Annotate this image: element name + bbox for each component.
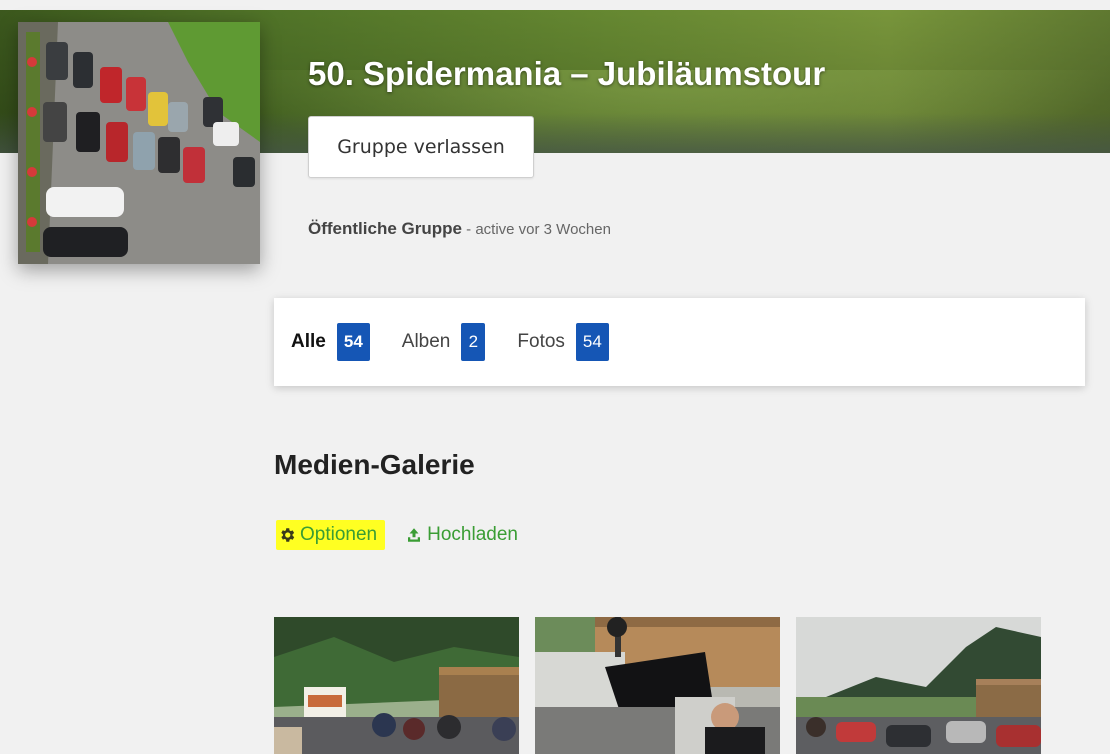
tab-photos[interactable]: Fotos 54 [517,323,609,361]
gallery-photo[interactable] [796,617,1041,754]
tab-all-count: 54 [336,323,370,361]
tab-albums-label: Alben [401,331,451,352]
gear-icon [278,526,296,544]
upload-button[interactable]: Hochladen [405,524,518,546]
group-meta: Öffentliche Gruppe - active vor 3 Wochen [308,219,611,239]
leave-group-button[interactable]: Gruppe verlassen [308,116,534,178]
group-avatar[interactable] [18,22,260,264]
group-type: Öffentliche Gruppe [308,219,462,238]
tab-photos-label: Fotos [517,331,565,352]
gallery-photo[interactable] [535,617,780,754]
gallery-photo[interactable] [274,617,519,754]
tab-photos-count: 54 [575,323,609,361]
media-gallery-heading: Medien-Galerie [274,449,475,480]
meta-separator: - [461,221,476,238]
group-title: 50. Spidermania – Jubiläumstour [308,55,826,92]
options-label: Optionen [300,524,378,545]
gallery-actions: Optionen Hochladen [276,520,518,550]
tab-all[interactable]: Alle 54 [291,323,370,361]
upload-icon [405,526,423,544]
upload-label: Hochladen [427,524,518,545]
last-active: active vor 3 Wochen [475,221,611,238]
options-button[interactable]: Optionen [276,520,386,550]
tab-albums-count: 2 [461,323,486,361]
tab-all-label: Alle [291,331,326,352]
photo-gallery [274,617,1057,754]
media-tabs: Alle 54 Alben 2 Fotos 54 [274,298,1085,386]
tab-albums[interactable]: Alben 2 [402,323,486,361]
